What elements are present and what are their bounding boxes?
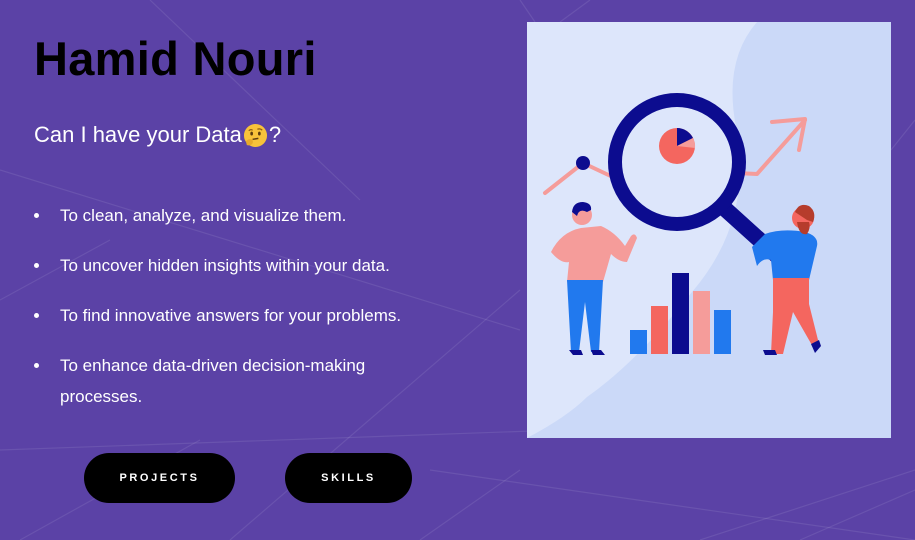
list-item: To uncover hidden insights within your d… [34, 250, 424, 281]
skills-button[interactable]: SKILLS [285, 453, 412, 503]
tagline: Can I have your Data ? [34, 122, 281, 148]
data-analysis-illustration [527, 22, 891, 438]
tagline-text: Can I have your Data [34, 122, 242, 147]
bullet-list: To clean, analyze, and visualize them. T… [34, 200, 424, 431]
tagline-question: ? [268, 122, 282, 147]
list-item: To find innovative answers for your prob… [34, 300, 424, 331]
list-item: To enhance data-driven decision-making p… [34, 350, 424, 412]
person-left [551, 202, 637, 355]
list-item: To clean, analyze, and visualize them. [34, 200, 424, 231]
page-title: Hamid Nouri [34, 32, 317, 85]
projects-button[interactable]: PROJECTS [84, 453, 235, 503]
thinking-face-icon [243, 123, 267, 147]
